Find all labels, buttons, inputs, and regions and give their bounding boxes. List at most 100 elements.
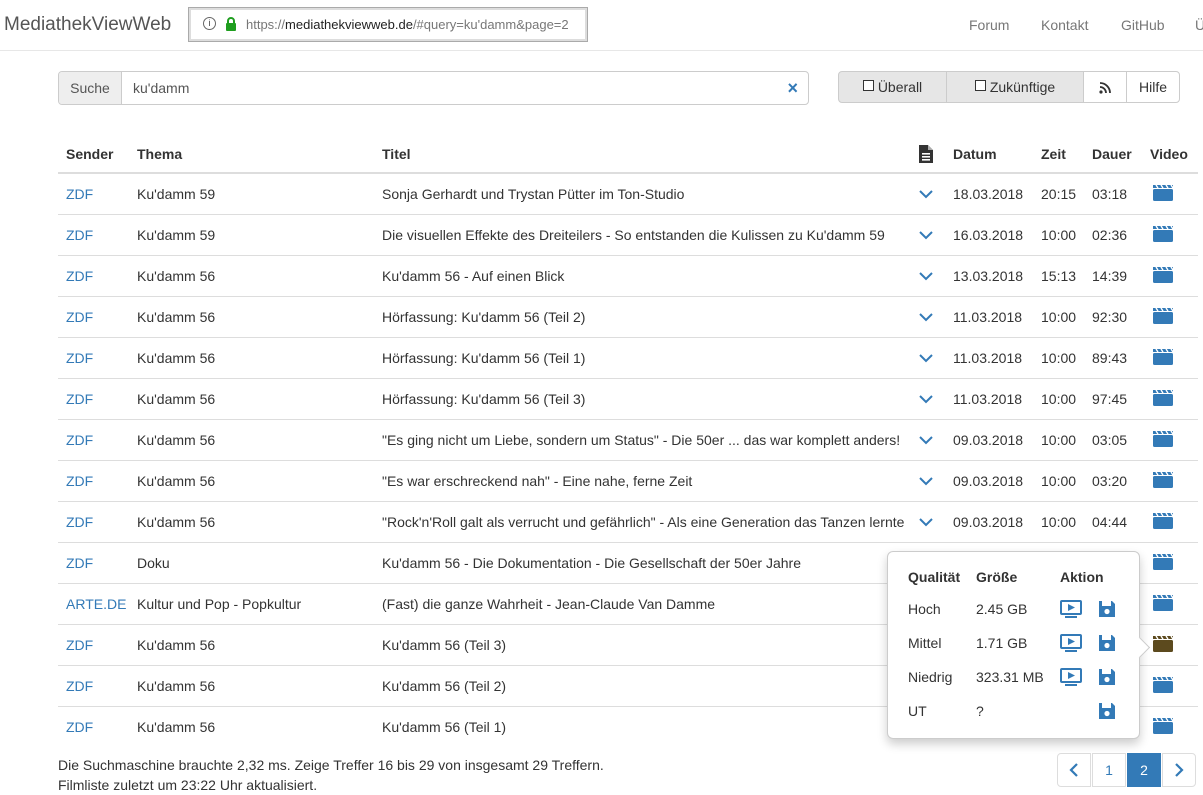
cell-thema[interactable]: Ku'damm 56 [129, 337, 374, 379]
cell-thema[interactable]: Ku'damm 56 [129, 501, 374, 543]
video-clapper-icon[interactable] [1152, 225, 1174, 243]
cell-sender[interactable]: ZDF [58, 214, 129, 256]
cell-description[interactable] [907, 378, 945, 420]
video-clapper-icon[interactable] [1152, 266, 1174, 284]
cell-thema[interactable]: Ku'damm 59 [129, 172, 374, 215]
video-clapper-icon[interactable] [1152, 307, 1174, 325]
cell-sender[interactable]: ZDF [58, 296, 129, 338]
cell-sender[interactable]: ZDF [58, 255, 129, 297]
cell-video[interactable] [1142, 501, 1198, 543]
url-text[interactable]: https://mediathekviewweb.de/#query=ku'da… [246, 17, 569, 32]
chevron-down-icon[interactable] [919, 271, 933, 281]
cell-thema[interactable]: Ku'damm 56 [129, 706, 374, 747]
video-clapper-icon[interactable] [1152, 348, 1174, 366]
save-icon[interactable] [1098, 668, 1116, 686]
video-clapper-icon[interactable] [1152, 717, 1174, 735]
cell-thema[interactable]: Ku'damm 56 [129, 296, 374, 338]
cell-video[interactable] [1142, 542, 1198, 584]
cell-thema[interactable]: Doku [129, 542, 374, 584]
chevron-down-icon[interactable] [919, 312, 933, 322]
cell-thema[interactable]: Ku'damm 56 [129, 624, 374, 666]
play-icon[interactable] [1060, 600, 1082, 618]
col-datum[interactable]: Datum [945, 136, 1033, 174]
col-thema[interactable]: Thema [129, 136, 374, 174]
cell-description[interactable] [907, 255, 945, 297]
cell-sender[interactable]: ZDF [58, 172, 129, 215]
cell-video[interactable] [1142, 706, 1198, 747]
next-page-button[interactable] [1162, 753, 1196, 787]
nav-more[interactable]: Ü [1195, 17, 1203, 33]
nav-github[interactable]: GitHub [1121, 17, 1165, 33]
cell-sender[interactable]: ZDF [58, 624, 129, 666]
cell-description[interactable] [907, 501, 945, 543]
checkbox-icon[interactable] [974, 80, 986, 91]
cell-description[interactable] [907, 296, 945, 338]
prev-page-button[interactable] [1057, 753, 1091, 787]
chevron-down-icon[interactable] [919, 230, 933, 240]
cell-sender[interactable]: ZDF [58, 665, 129, 707]
cell-sender[interactable]: ZDF [58, 542, 129, 584]
page-2-button[interactable]: 2 [1127, 753, 1161, 787]
save-icon[interactable] [1098, 702, 1116, 720]
video-clapper-icon[interactable] [1152, 594, 1174, 612]
cell-description[interactable] [907, 172, 945, 215]
cell-video[interactable] [1142, 172, 1198, 215]
play-icon[interactable] [1060, 634, 1082, 652]
col-dauer[interactable]: Dauer [1084, 136, 1142, 174]
chevron-down-icon[interactable] [919, 353, 933, 363]
video-clapper-icon[interactable] [1152, 184, 1174, 202]
cell-description[interactable] [907, 337, 945, 379]
cell-sender[interactable]: ZDF [58, 501, 129, 543]
cell-video[interactable] [1142, 255, 1198, 297]
cell-thema[interactable]: Ku'damm 59 [129, 214, 374, 256]
page-1-button[interactable]: 1 [1092, 753, 1126, 787]
chevron-down-icon[interactable] [919, 189, 933, 199]
col-sender[interactable]: Sender [58, 136, 129, 174]
video-clapper-icon[interactable] [1152, 389, 1174, 407]
address-bar[interactable]: i https://mediathekviewweb.de/#query=ku'… [188, 7, 588, 42]
chevron-down-icon[interactable] [919, 517, 933, 527]
save-icon[interactable] [1098, 600, 1116, 618]
cell-thema[interactable]: Kultur und Pop - Popkultur [129, 583, 374, 625]
cell-video[interactable] [1142, 419, 1198, 461]
cell-video[interactable] [1142, 296, 1198, 338]
cell-sender[interactable]: ZDF [58, 460, 129, 502]
video-clapper-icon[interactable] [1152, 676, 1174, 694]
video-clapper-icon[interactable] [1152, 635, 1174, 653]
cell-video[interactable] [1142, 624, 1198, 666]
cell-video[interactable] [1142, 460, 1198, 502]
info-icon[interactable]: i [203, 17, 216, 30]
play-icon[interactable] [1060, 668, 1082, 686]
video-clapper-icon[interactable] [1152, 471, 1174, 489]
search-input[interactable] [122, 72, 773, 104]
cell-thema[interactable]: Ku'damm 56 [129, 419, 374, 461]
nav-kontakt[interactable]: Kontakt [1041, 17, 1088, 33]
chevron-down-icon[interactable] [919, 476, 933, 486]
cell-sender[interactable]: ARTE.DE [58, 583, 129, 625]
chevron-down-icon[interactable] [919, 394, 933, 404]
video-clapper-icon[interactable] [1152, 512, 1174, 530]
col-titel[interactable]: Titel [374, 136, 907, 174]
checkbox-icon[interactable] [862, 80, 874, 91]
col-zeit[interactable]: Zeit [1033, 136, 1084, 174]
cell-video[interactable] [1142, 583, 1198, 625]
save-icon[interactable] [1098, 634, 1116, 652]
nav-forum[interactable]: Forum [969, 17, 1009, 33]
clear-icon[interactable]: × [787, 79, 798, 97]
rss-button[interactable] [1083, 71, 1127, 103]
cell-video[interactable] [1142, 214, 1198, 256]
cell-description[interactable] [907, 460, 945, 502]
video-clapper-icon[interactable] [1152, 430, 1174, 448]
cell-sender[interactable]: ZDF [58, 706, 129, 747]
brand-logo[interactable]: MediathekViewWeb [4, 14, 171, 36]
everywhere-toggle[interactable]: Überall [838, 71, 947, 103]
chevron-down-icon[interactable] [919, 435, 933, 445]
video-clapper-icon[interactable] [1152, 553, 1174, 571]
cell-description[interactable] [907, 419, 945, 461]
cell-video[interactable] [1142, 665, 1198, 707]
cell-video[interactable] [1142, 378, 1198, 420]
cell-sender[interactable]: ZDF [58, 378, 129, 420]
cell-sender[interactable]: ZDF [58, 419, 129, 461]
cell-video[interactable] [1142, 337, 1198, 379]
cell-description[interactable] [907, 214, 945, 256]
